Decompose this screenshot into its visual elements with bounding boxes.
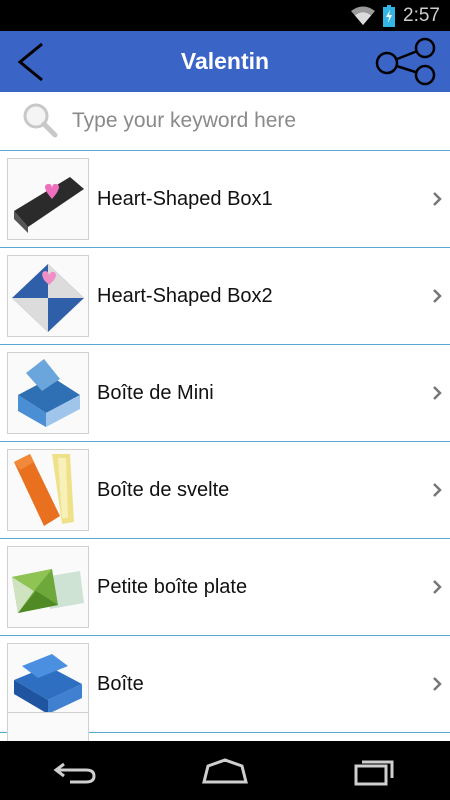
page-title: Valentin [180, 48, 270, 74]
chevron-right-icon [433, 386, 442, 400]
list-item-label: Heart-Shaped Box2 [97, 284, 273, 307]
nav-home-icon[interactable] [200, 756, 250, 786]
chevron-right-icon [433, 677, 442, 691]
wifi-icon [351, 6, 376, 25]
search-input[interactable] [70, 108, 414, 134]
list-item-label: Heart-Shaped Box1 [97, 187, 273, 210]
search-icon [23, 103, 58, 138]
list-item[interactable]: Boîte de svelte [0, 442, 450, 539]
chevron-right-icon [433, 289, 442, 303]
item-list: Heart-Shaped Box1 Heart-Shaped Box2 Boît… [0, 151, 450, 741]
thumbnail [7, 546, 89, 628]
app-bar: Valentin [0, 31, 450, 92]
chevron-right-icon [433, 580, 442, 594]
list-item[interactable] [0, 712, 450, 741]
nav-recents-icon[interactable] [350, 756, 400, 786]
list-item[interactable]: Boîte de Mini [0, 345, 450, 442]
nav-back-icon[interactable] [50, 756, 100, 786]
chevron-right-icon [433, 483, 442, 497]
list-item[interactable]: Heart-Shaped Box2 [0, 248, 450, 345]
share-icon[interactable] [374, 37, 440, 87]
thumbnail [7, 255, 89, 337]
thumbnail [7, 352, 89, 434]
list-item[interactable]: Petite boîte plate [0, 539, 450, 636]
clock: 2:57 [403, 4, 440, 26]
thumbnail [7, 158, 89, 240]
thumbnail [7, 449, 89, 531]
list-item-label: Boîte de Mini [97, 381, 214, 404]
list-item-label: Petite boîte plate [97, 575, 248, 598]
chevron-right-icon [433, 192, 442, 206]
thumbnail [7, 712, 89, 741]
list-item[interactable]: Heart-Shaped Box1 [0, 151, 450, 248]
list-item-label: Boîte de svelte [97, 478, 230, 501]
search-bar [0, 92, 450, 151]
back-arrow-icon[interactable] [14, 41, 48, 83]
battery-charging-icon [383, 4, 396, 27]
status-bar: 2:57 [0, 0, 450, 31]
navigation-bar [0, 741, 450, 800]
list-item-label: Boîte [97, 672, 144, 695]
